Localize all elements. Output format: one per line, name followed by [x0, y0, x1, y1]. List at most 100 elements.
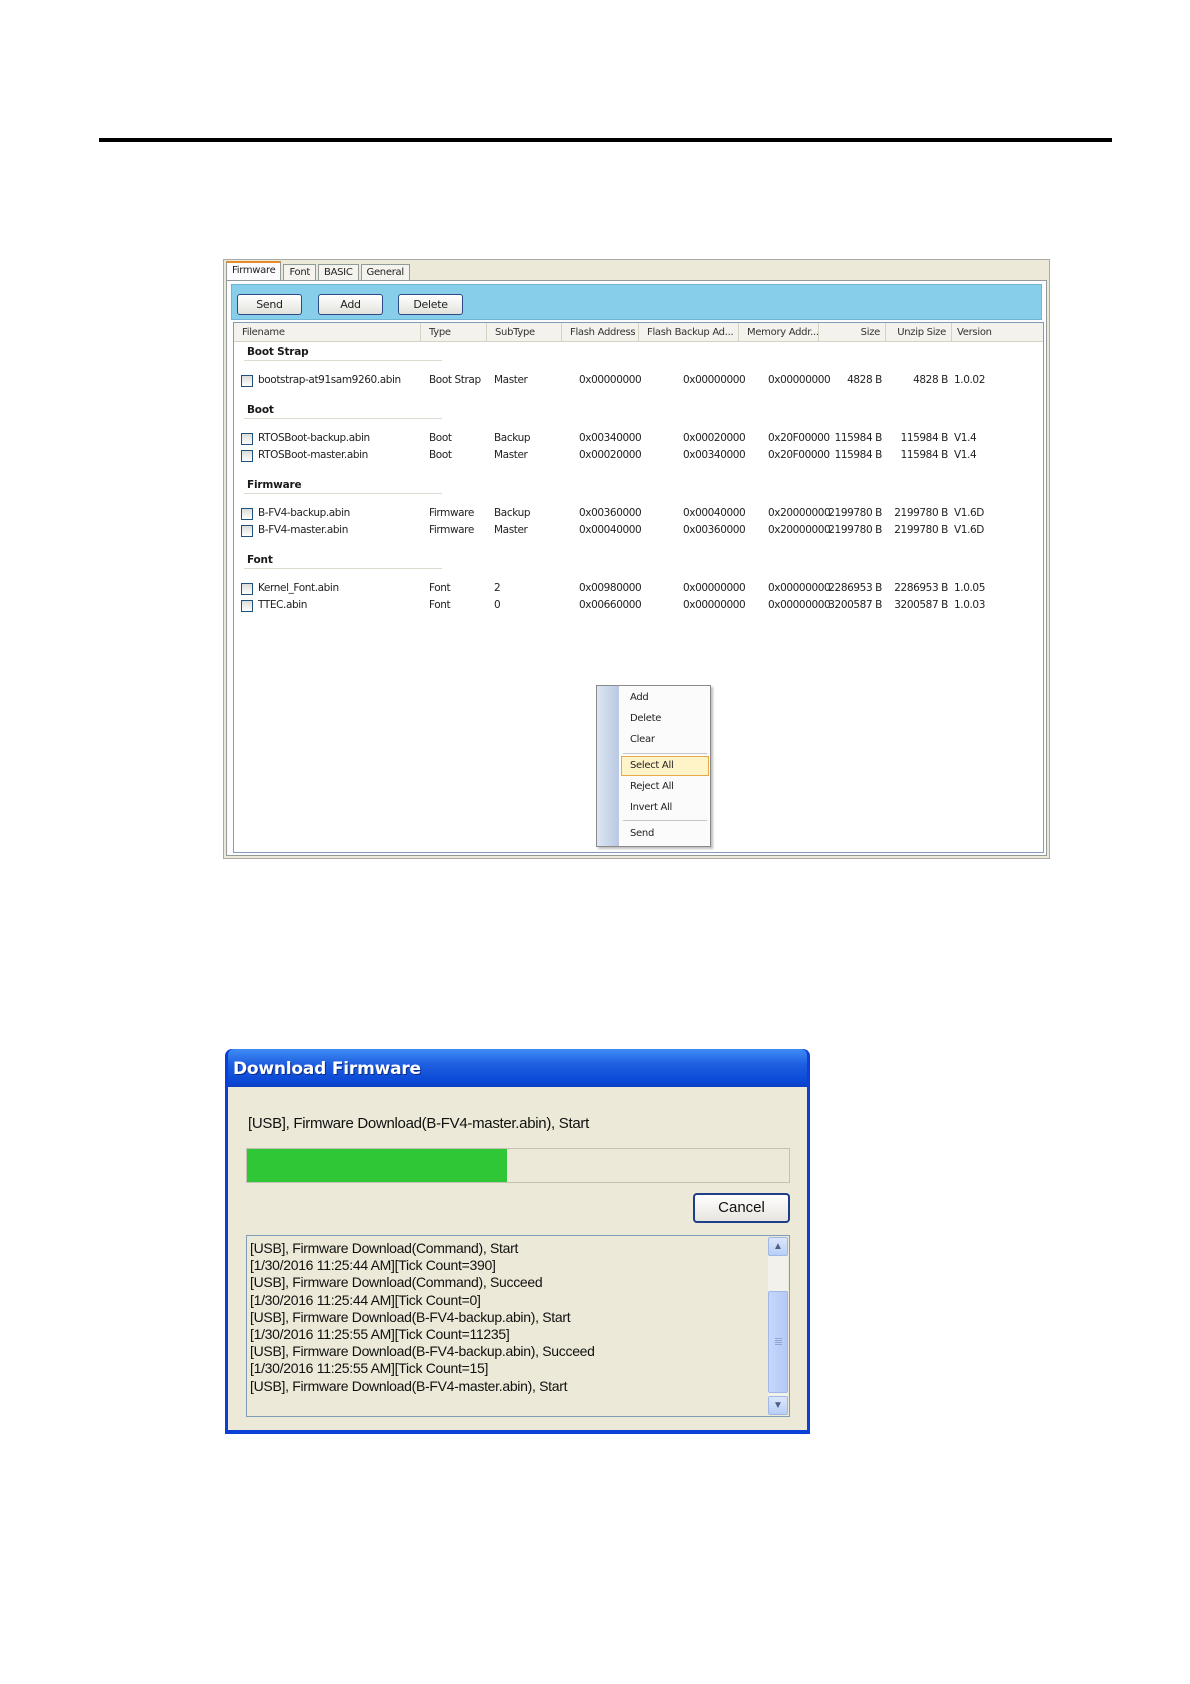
cell-size: 4828 B: [847, 374, 882, 386]
log-line: [USB], Firmware Download(B-FV4-backup.ab…: [250, 1308, 571, 1325]
tab-font[interactable]: Font: [283, 264, 317, 280]
cell-filename: B-FV4-backup.abin: [258, 507, 350, 519]
row-checkbox[interactable]: [241, 433, 253, 445]
grip-icon: [775, 1338, 782, 1339]
dialog-body: [USB], Firmware Download(B-FV4-master.ab…: [228, 1087, 807, 1430]
list-header: Filename Type SubType Flash Address Flas…: [234, 323, 1043, 342]
cell-subtype: Master: [494, 449, 528, 461]
page-top-rule: [99, 138, 1112, 142]
firmware-tab-panel: Send Add Delete Filename Type SubType Fl…: [226, 280, 1047, 856]
menu-separator: [623, 753, 707, 754]
cell-filename: RTOSBoot-master.abin: [258, 449, 368, 461]
add-button[interactable]: Add: [318, 294, 383, 315]
cell-version: V1.6D: [954, 507, 984, 519]
cell-size: 3200587 B: [828, 599, 882, 611]
cell-subtype: Backup: [494, 432, 531, 444]
menu-item-delete[interactable]: Delete: [621, 709, 709, 729]
group-divider: [244, 418, 442, 419]
download-log[interactable]: [USB], Firmware Download(Command), Start…: [246, 1235, 790, 1417]
menu-item-invert-all[interactable]: Invert All: [621, 798, 709, 818]
cell-unzip-size: 3200587 B: [894, 599, 948, 611]
menu-item-reject-all[interactable]: Reject All: [621, 777, 709, 797]
cell-size: 115984 B: [834, 449, 883, 461]
column-memory-address[interactable]: Memory Addr...: [739, 323, 819, 342]
log-line: [1/30/2016 11:25:55 AM][Tick Count=15]: [250, 1360, 489, 1377]
cell-filename: Kernel_Font.abin: [258, 582, 339, 594]
cell-type: Firmware: [429, 524, 474, 536]
dialog-title[interactable]: Download Firmware: [228, 1049, 807, 1087]
row-checkbox[interactable]: [241, 375, 253, 387]
file-list[interactable]: Filename Type SubType Flash Address Flas…: [233, 322, 1044, 853]
cell-type: Boot: [429, 449, 452, 461]
cell-subtype: 0: [494, 599, 501, 611]
cell-size: 2199780 B: [828, 507, 882, 519]
cell-flash-address: 0x00000000: [579, 374, 642, 386]
column-type[interactable]: Type: [421, 323, 487, 342]
row-checkbox[interactable]: [241, 583, 253, 595]
toolbar: Send Add Delete: [231, 284, 1042, 320]
context-menu: Add Delete Clear Select All Reject All I…: [596, 685, 711, 847]
column-subtype[interactable]: SubType: [487, 323, 562, 342]
log-line: [1/30/2016 11:25:44 AM][Tick Count=0]: [250, 1291, 481, 1308]
cell-unzip-size: 115984 B: [900, 449, 949, 461]
tab-basic[interactable]: BASIC: [318, 264, 359, 280]
row-checkbox[interactable]: [241, 508, 253, 520]
column-flash-backup-address[interactable]: Flash Backup Ad...: [639, 323, 739, 342]
column-version[interactable]: Version: [952, 323, 1043, 342]
scrollbar-thumb[interactable]: [768, 1291, 788, 1393]
firmware-manager-window: Firmware Font BASIC General Send Add Del…: [223, 259, 1050, 859]
menu-item-send[interactable]: Send: [621, 824, 709, 844]
scroll-down-button[interactable]: ▼: [768, 1396, 788, 1415]
cell-version: 1.0.02: [954, 374, 985, 386]
cell-flash-backup-address: 0x00000000: [683, 582, 746, 594]
menu-item-select-all[interactable]: Select All: [621, 756, 709, 776]
cell-size: 2286953 B: [828, 582, 882, 594]
cell-version: V1.4: [954, 432, 977, 444]
cell-flash-address: 0x00980000: [579, 582, 642, 594]
column-flash-address[interactable]: Flash Address: [562, 323, 639, 342]
download-progress-bar: [246, 1148, 790, 1183]
table-row[interactable]: TTEC.abin Font 0 0x00660000 0x00000000 0…: [234, 597, 1043, 614]
row-checkbox[interactable]: [241, 450, 253, 462]
column-unzip-size[interactable]: Unzip Size: [886, 323, 952, 342]
column-filename[interactable]: Filename: [234, 323, 421, 342]
menu-item-clear[interactable]: Clear: [621, 730, 709, 750]
table-row[interactable]: Kernel_Font.abin Font 2 0x00980000 0x000…: [234, 580, 1043, 597]
table-row[interactable]: B-FV4-backup.abin Firmware Backup 0x0036…: [234, 505, 1043, 522]
row-checkbox[interactable]: [241, 600, 253, 612]
cell-subtype: Master: [494, 524, 528, 536]
table-row[interactable]: bootstrap-at91sam9260.abin Boot Strap Ma…: [234, 372, 1043, 389]
row-checkbox[interactable]: [241, 525, 253, 537]
cell-unzip-size: 2199780 B: [894, 507, 948, 519]
log-line: [USB], Firmware Download(B-FV4-backup.ab…: [250, 1343, 595, 1360]
cell-subtype: 2: [494, 582, 501, 594]
send-button[interactable]: Send: [237, 294, 302, 315]
chevron-up-icon: ▲: [773, 1241, 783, 1252]
progress-fill: [247, 1149, 508, 1182]
table-row[interactable]: RTOSBoot-backup.abin Boot Backup 0x00340…: [234, 430, 1043, 447]
download-status-text: [USB], Firmware Download(B-FV4-master.ab…: [248, 1115, 589, 1132]
cell-filename: bootstrap-at91sam9260.abin: [258, 374, 401, 386]
cancel-button[interactable]: Cancel: [693, 1193, 790, 1223]
table-row[interactable]: B-FV4-master.abin Firmware Master 0x0004…: [234, 522, 1043, 539]
group-title-boot: Boot: [247, 404, 274, 416]
group-title-font: Font: [247, 554, 273, 566]
tab-general[interactable]: General: [360, 264, 410, 280]
tab-firmware[interactable]: Firmware: [226, 261, 282, 280]
cell-flash-address: 0x00040000: [579, 524, 642, 536]
column-size[interactable]: Size: [819, 323, 886, 342]
log-line: [USB], Firmware Download(Command), Start: [250, 1240, 519, 1256]
cell-flash-backup-address: 0x00340000: [683, 449, 746, 461]
log-line: [1/30/2016 11:25:44 AM][Tick Count=390]: [250, 1257, 496, 1274]
delete-button[interactable]: Delete: [398, 294, 463, 315]
log-scrollbar[interactable]: ▲ ▼: [768, 1237, 788, 1415]
cell-subtype: Backup: [494, 507, 531, 519]
menu-item-add[interactable]: Add: [621, 688, 709, 708]
chevron-down-icon: ▼: [773, 1400, 783, 1411]
table-row[interactable]: RTOSBoot-master.abin Boot Master 0x00020…: [234, 447, 1043, 464]
cell-type: Font: [429, 599, 451, 611]
cell-flash-backup-address: 0x00000000: [683, 599, 746, 611]
cell-version: 1.0.05: [954, 582, 985, 594]
cell-type: Firmware: [429, 507, 474, 519]
scroll-up-button[interactable]: ▲: [768, 1237, 788, 1256]
